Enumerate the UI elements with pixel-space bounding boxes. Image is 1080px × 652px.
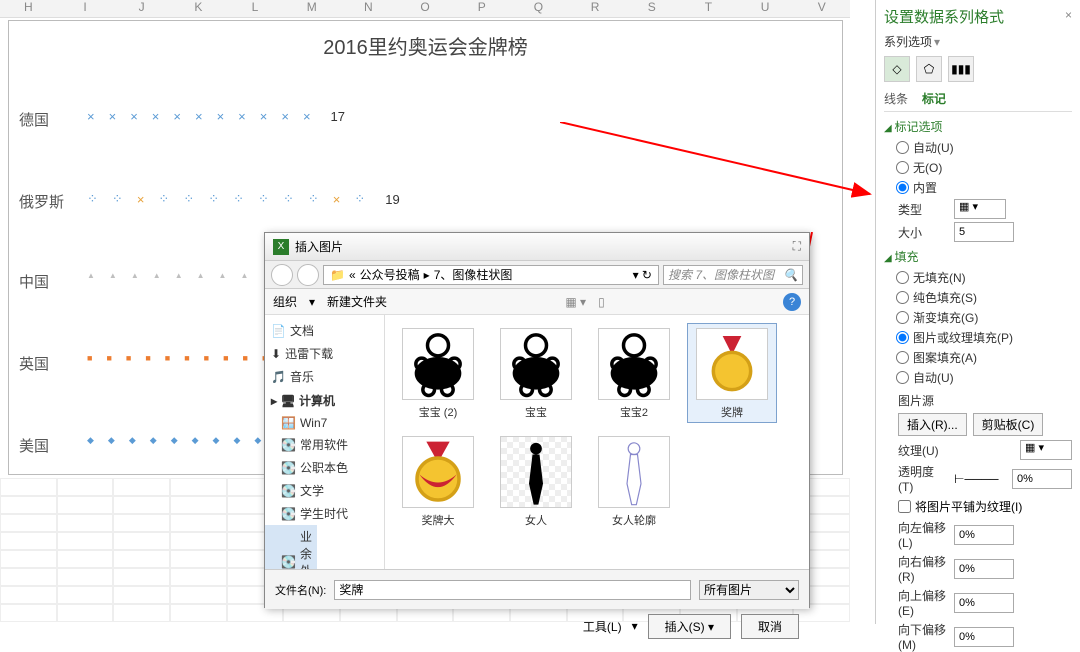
fill-patt[interactable]: [896, 351, 909, 364]
tools-menu[interactable]: 工具(L): [583, 618, 622, 635]
forward-button[interactable]: [297, 264, 319, 286]
file-list[interactable]: 宝宝 (2)宝宝宝宝2奖牌奖牌大女人女人轮廓: [385, 315, 809, 569]
file-tile[interactable]: 奖牌: [687, 323, 777, 423]
column-headers: HIJKLMNOPQRSTUV: [0, 0, 850, 18]
back-button[interactable]: [271, 264, 293, 286]
pic-src-label: 图片源: [898, 392, 1072, 409]
radio-none[interactable]: [896, 161, 909, 174]
fill-line-icon[interactable]: ◇: [884, 56, 910, 82]
file-tile[interactable]: 宝宝 (2): [393, 323, 483, 423]
radio-builtin[interactable]: [896, 181, 909, 194]
new-folder-button[interactable]: 新建文件夹: [327, 293, 387, 310]
insert-button[interactable]: 插入(S) ▾: [648, 614, 731, 639]
fill-pic[interactable]: [896, 331, 909, 344]
chevron-down-icon[interactable]: ▾: [934, 35, 940, 49]
offset-left[interactable]: [954, 525, 1014, 545]
file-tile[interactable]: 女人: [491, 431, 581, 531]
series-options-label[interactable]: 系列选项: [884, 35, 932, 49]
organize-menu[interactable]: 组织: [273, 293, 297, 310]
transparency-input[interactable]: [1012, 469, 1072, 489]
filename-label: 文件名(N):: [275, 582, 326, 598]
filetype-select[interactable]: 所有图片: [699, 580, 799, 600]
file-tile[interactable]: 宝宝: [491, 323, 581, 423]
marker-type-select[interactable]: ▦ ▾: [954, 199, 1006, 219]
radio-auto[interactable]: [896, 141, 909, 154]
insert-picture-dialog: X 插入图片 ⛶ 📁 « 公众号投稿 ▸ 7、图像柱状图 ▾ ↻ 搜索 7、图像…: [264, 232, 810, 608]
tile-checkbox[interactable]: [898, 500, 911, 513]
fill-auto[interactable]: [896, 371, 909, 384]
dialog-title: 插入图片: [295, 238, 343, 255]
fill-grad[interactable]: [896, 311, 909, 324]
filename-input[interactable]: [334, 580, 691, 600]
folder-tree[interactable]: 📄文档 ⬇迅雷下载 🎵音乐 ▸ 🖥 计算机 🪟Win7 💽常用软件 💽公职本色 …: [265, 315, 385, 569]
series-icon[interactable]: ▮▮▮: [948, 56, 974, 82]
file-tile[interactable]: 宝宝2: [589, 323, 679, 423]
tab-marker[interactable]: 标记: [922, 90, 946, 107]
chart-title: 2016里约奥运会金牌榜: [9, 31, 842, 60]
marker-size-input[interactable]: [954, 222, 1014, 242]
insert-pic-button[interactable]: 插入(R)...: [898, 413, 967, 436]
cancel-button[interactable]: 取消: [741, 614, 799, 639]
texture-select[interactable]: ▦ ▾: [1020, 440, 1072, 460]
tab-line[interactable]: 线条: [884, 90, 908, 107]
close-icon[interactable]: ×: [1065, 8, 1072, 22]
excel-icon: X: [273, 239, 289, 255]
preview-icon[interactable]: ▯: [598, 295, 605, 309]
path-breadcrumb[interactable]: 📁 « 公众号投稿 ▸ 7、图像柱状图 ▾ ↻: [323, 265, 659, 285]
help-icon[interactable]: ?: [783, 293, 801, 311]
offset-bottom[interactable]: [954, 627, 1014, 647]
fill-solid[interactable]: [896, 291, 909, 304]
section-fill[interactable]: 填充: [884, 248, 1072, 265]
format-pane: 设置数据系列格式 × 系列选项▾ ◇ ⬠ ▮▮▮ 线条 标记 标记选项 自动(U…: [875, 0, 1080, 624]
view-icon[interactable]: ▦ ▾: [565, 295, 586, 309]
offset-right[interactable]: [954, 559, 1014, 579]
pane-title: 设置数据系列格式: [884, 6, 1072, 27]
file-tile[interactable]: 女人轮廓: [589, 431, 679, 531]
section-marker-options[interactable]: 标记选项: [884, 118, 1072, 135]
offset-top[interactable]: [954, 593, 1014, 613]
effects-icon[interactable]: ⬠: [916, 56, 942, 82]
clipboard-button[interactable]: 剪贴板(C): [973, 413, 1044, 436]
dialog-close-icon[interactable]: ⛶: [793, 239, 801, 254]
search-input[interactable]: 搜索 7、图像柱状图🔍: [663, 265, 803, 285]
file-tile[interactable]: 奖牌大: [393, 431, 483, 531]
fill-none[interactable]: [896, 271, 909, 284]
